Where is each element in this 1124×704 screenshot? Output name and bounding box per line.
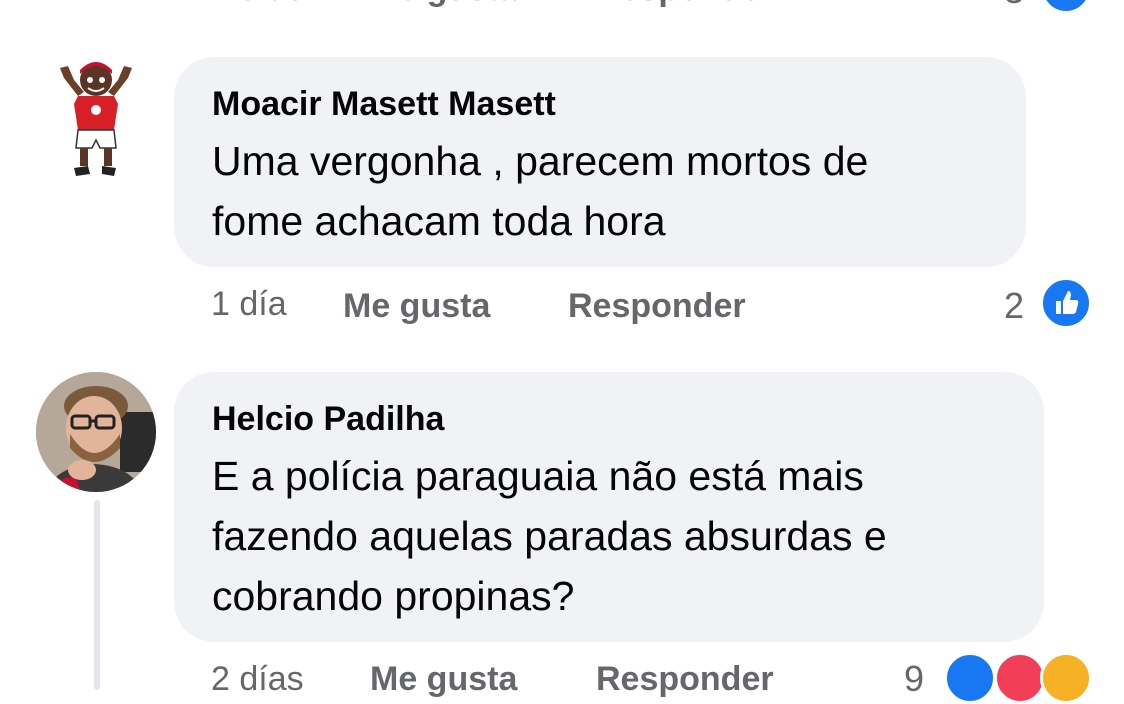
comment-bubble: Moacir Masett Masett Uma vergonha , pare… (174, 57, 1026, 267)
mascot-avatar-icon (60, 62, 132, 176)
comment-text-line: E a polícia paraguaia não está mais (212, 453, 864, 499)
like-button[interactable]: Me gusta (370, 0, 517, 9)
like-button[interactable]: Me gusta (343, 287, 490, 326)
reply-button[interactable]: Responder (596, 660, 774, 699)
comment-author[interactable]: Helcio Padilha (212, 400, 444, 439)
like-button[interactable]: Me gusta (370, 660, 517, 699)
top-comment-actions: 2 días Me gusta Responder 3 (0, 0, 1124, 14)
love-icon (994, 652, 1046, 704)
wow-icon (1040, 652, 1092, 704)
comment-text-line: fazendo aquelas paradas absurdas e (212, 513, 887, 559)
comment-text-line: cobrando propinas? (212, 573, 575, 619)
reaction-count[interactable]: 2 (1004, 285, 1024, 327)
reaction-count[interactable]: 9 (904, 658, 924, 700)
like-icon (944, 652, 996, 704)
avatar[interactable] (36, 372, 156, 492)
comment-text-line: Uma vergonha , parecem mortos de (212, 138, 869, 184)
comment-bubble: Helcio Padilha E a polícia paraguaia não… (174, 372, 1044, 642)
comment-author[interactable]: Moacir Masett Masett (212, 85, 556, 124)
comment-time[interactable]: 1 día (211, 285, 287, 324)
comment-time[interactable]: 2 días (211, 660, 304, 699)
profile-photo-icon (36, 372, 156, 492)
reply-button[interactable]: Responder (596, 0, 774, 9)
comment-text: Uma vergonha , parecem mortos de fome ac… (212, 131, 868, 251)
reply-button[interactable]: Responder (568, 287, 746, 326)
comment-time[interactable]: 2 días (211, 0, 304, 9)
like-icon (1040, 277, 1092, 329)
like-icon (1040, 0, 1092, 14)
avatar[interactable] (40, 56, 152, 180)
comment-text-line: fome achacam toda hora (212, 198, 666, 244)
thread-line (94, 500, 100, 690)
comment-text: E a polícia paraguaia não está mais faze… (212, 446, 887, 626)
reaction-count[interactable]: 3 (1004, 0, 1024, 12)
